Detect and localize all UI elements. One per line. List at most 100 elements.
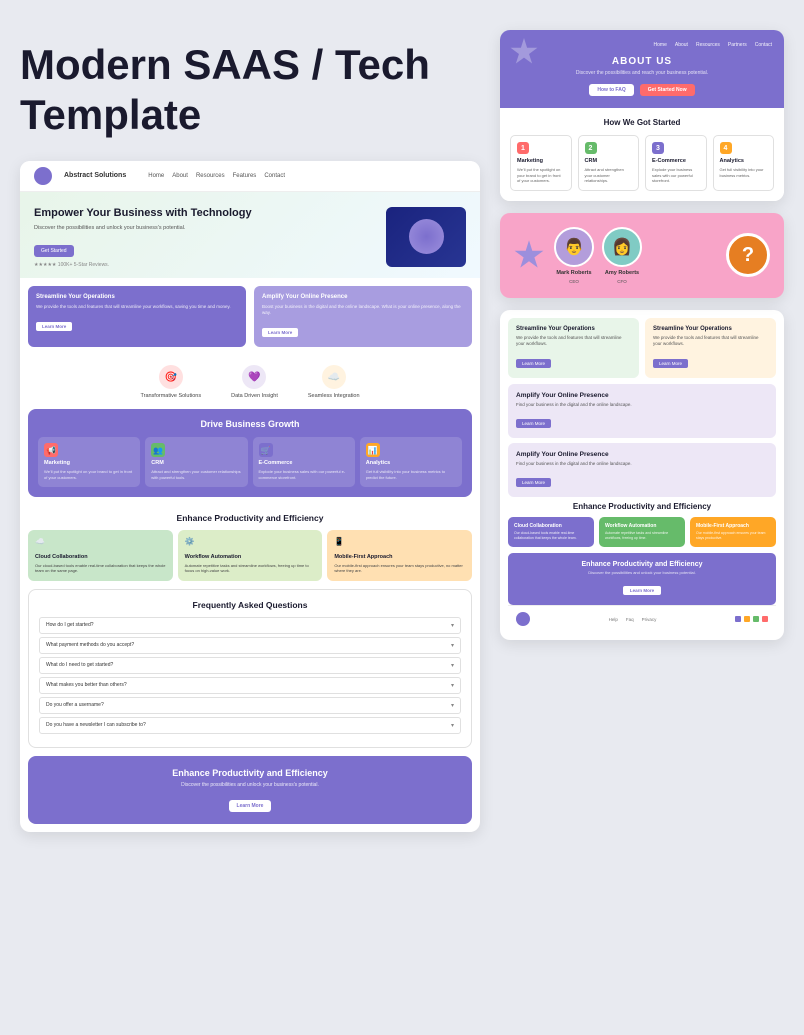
faq-item-1[interactable]: What payment methods do you accept? ▾ [39, 637, 461, 654]
about-header: Home About Resources Partners Contact AB… [500, 30, 784, 108]
avatar-amy: 👩 Amy Roberts CFO [602, 227, 642, 284]
faq-arrow-2: ▾ [451, 662, 454, 669]
feature-card-text-1: We provide the tools and features that w… [36, 304, 238, 310]
r-nav-resources[interactable]: Resources [696, 42, 720, 48]
avatar-mark-name: Mark Roberts [556, 270, 591, 276]
drive-cards: 📢 Marketing We'll put the spotlight on y… [38, 437, 462, 486]
heart-icon: 💜 [242, 365, 266, 389]
drive-card-title-1: CRM [151, 460, 241, 466]
nav-link-about[interactable]: About [172, 173, 188, 179]
hero-image [386, 207, 466, 267]
hero-get-started-button[interactable]: Get Started [34, 245, 74, 257]
r-nav-partners[interactable]: Partners [728, 42, 747, 48]
nav-brand: Abstract Solutions [64, 172, 126, 179]
footer-dot-3 [762, 616, 768, 622]
faq-arrow-4: ▾ [451, 702, 454, 709]
drive-card-title-0: Marketing [44, 460, 134, 466]
bot-bottom-bar: Enhance Productivity and Efficiency Disc… [508, 553, 776, 605]
bot-three-col: Cloud Collaboration Our cloud-based tool… [508, 517, 776, 547]
bot-full-card-0: Amplify Your Online Presence Find your b… [508, 384, 776, 438]
drive-card-text-3: Get full visibility into your business m… [366, 469, 456, 480]
faq-question-5: Do you have a newsletter I can subscribe… [46, 722, 146, 728]
robot-icon [409, 219, 444, 254]
ecommerce-icon: 🛒 [259, 443, 273, 457]
drive-card-title-3: Analytics [366, 460, 456, 466]
drive-card-title-2: E-Commerce [259, 460, 349, 466]
drive-card-ecommerce: 🛒 E-Commerce Explode your business sales… [253, 437, 355, 486]
bot-card-btn-1[interactable]: Learn More [653, 359, 688, 368]
feature-card-btn-2[interactable]: Learn More [262, 328, 298, 337]
left-column: Modern SAAS / TechTemplate Abstract Solu… [20, 30, 480, 832]
r-nav-contact[interactable]: Contact [755, 42, 772, 48]
question-mark-badge: ? [726, 233, 770, 277]
footer-link-faq[interactable]: Faq [626, 617, 634, 622]
bot-full-btn-0[interactable]: Learn More [516, 419, 551, 428]
faq-arrow-0: ▾ [451, 622, 454, 629]
drive-section: Drive Business Growth 📢 Marketing We'll … [28, 409, 472, 496]
r-nav-home[interactable]: Home [654, 42, 667, 48]
faq-arrow-3: ▾ [451, 682, 454, 689]
marketing-icon: 📢 [44, 443, 58, 457]
faq-question-2: What do I need to get started? [46, 662, 113, 668]
enhance-card-title-1: Workflow Automation [185, 554, 316, 560]
nav-link-contact[interactable]: Contact [264, 173, 285, 179]
about-faq-button[interactable]: How to FAQ [589, 84, 633, 96]
bot-full-btn-1[interactable]: Learn More [516, 478, 551, 487]
feature-card-title-2: Amplify Your Online Presence [262, 294, 464, 300]
bot-sm-card-1: Workflow Automation Automate repetitive … [599, 517, 685, 547]
how-title: How We Got Started [510, 118, 774, 127]
r-nav-about[interactable]: About [675, 42, 688, 48]
how-card-title-3: Analytics [720, 158, 768, 164]
footer-link-privacy[interactable]: Privacy [642, 617, 657, 622]
avatar-amy-name: Amy Roberts [605, 270, 639, 276]
right-column: Home About Resources Partners Contact AB… [500, 30, 784, 832]
nav-link-resources[interactable]: Resources [196, 173, 225, 179]
avatar-amy-circle: 👩 [602, 227, 642, 267]
bot-bottom-btn[interactable]: Learn More [623, 586, 661, 595]
bot-bottom-title: Enhance Productivity and Efficiency [516, 561, 768, 568]
bot-card-btn-0[interactable]: Learn More [516, 359, 551, 368]
bot-sm-text-0: Our cloud-based tools enable real-time c… [514, 531, 588, 541]
how-card-title-0: Marketing [517, 158, 565, 164]
faq-item-4[interactable]: Do you offer a username? ▾ [39, 697, 461, 714]
nav-link-features[interactable]: Features [233, 173, 257, 179]
how-card-3: 4 Analytics Get full visibility into you… [713, 135, 775, 191]
cloud-collab-icon: ☁️ [35, 537, 49, 551]
faq-item-2[interactable]: What do I need to get started? ▾ [39, 657, 461, 674]
about-getstarted-button[interactable]: Get Started Now [640, 84, 695, 96]
hero-title: Empower Your Business with Technology [34, 206, 376, 220]
faq-item-0[interactable]: How do I get started? ▾ [39, 617, 461, 634]
about-preview: Home About Resources Partners Contact AB… [500, 30, 784, 201]
drive-title: Drive Business Growth [38, 419, 462, 429]
footer-link-help[interactable]: Help [609, 617, 618, 622]
icon-item-solutions: 🎯 Transformative Solutions [140, 365, 201, 399]
faq-question-3: What makes you better than others? [46, 682, 127, 688]
bot-sm-card-2: Mobile-First Approach Our mobile-first a… [690, 517, 776, 547]
bot-card-ops-1: Streamline Your Operations We provide th… [508, 318, 639, 379]
cloud-icon: ☁️ [322, 365, 346, 389]
bot-full-title-1: Amplify Your Online Presence [516, 451, 768, 458]
drive-card-text-0: We'll put the spotlight on your brand to… [44, 469, 134, 480]
bot-card-ops-2: Streamline Your Operations We provide th… [645, 318, 776, 379]
bottom-enhance-button[interactable]: Learn More [229, 800, 272, 812]
faq-item-5[interactable]: Do you have a newsletter I can subscribe… [39, 717, 461, 734]
page-title: Modern SAAS / TechTemplate [20, 40, 480, 141]
icon-item-integration: ☁️ Seamless Integration [308, 365, 360, 399]
avatars-group: 👨 Mark Roberts CEO 👩 Amy Roberts CFO [554, 227, 642, 284]
about-buttons: How to FAQ Get Started Now [512, 84, 772, 96]
bot-bottom-sub: Discover the possibilities and unlock yo… [516, 570, 768, 575]
how-card-text-2: Explode your business sales with our pow… [652, 167, 700, 184]
workflow-icon: ⚙️ [185, 537, 199, 551]
avatar-mark-circle: 👨 [554, 227, 594, 267]
footer-dot-2 [753, 616, 759, 622]
bot-card-title-0: Streamline Your Operations [516, 326, 631, 332]
faq-item-3[interactable]: What makes you better than others? ▾ [39, 677, 461, 694]
bot-card-text-0: We provide the tools and features that w… [516, 335, 631, 348]
avatar-mark-role: CEO [569, 279, 579, 284]
nav-link-home[interactable]: Home [148, 173, 164, 179]
feature-card-btn-1[interactable]: Learn More [36, 322, 72, 331]
enhance-card-cloud: ☁️ Cloud Collaboration Our cloud-based t… [28, 530, 173, 581]
footer-dot-1 [744, 616, 750, 622]
hero-text: Empower Your Business with Technology Di… [34, 206, 376, 268]
feature-card-title-1: Streamline Your Operations [36, 294, 238, 300]
